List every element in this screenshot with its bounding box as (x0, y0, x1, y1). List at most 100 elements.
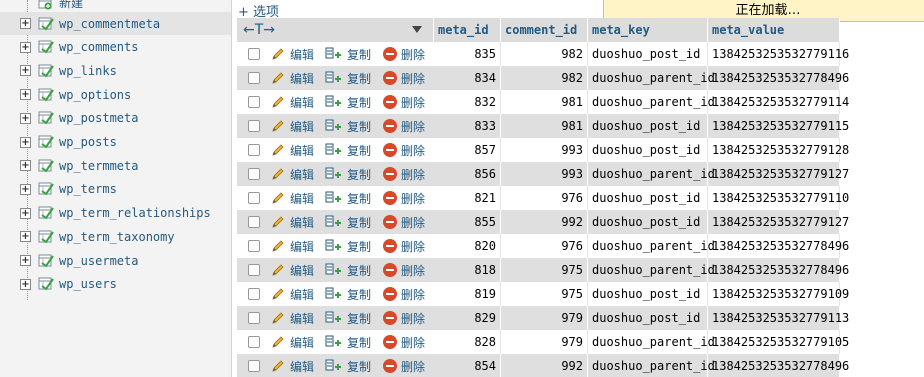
edit-button[interactable]: 编辑 (270, 234, 314, 258)
copy-button[interactable]: 复制 (325, 66, 371, 90)
expand-icon[interactable]: + (20, 207, 31, 219)
edit-button[interactable]: 编辑 (270, 42, 314, 66)
sidebar-table-item[interactable]: + wp_options (0, 83, 231, 106)
delete-label: 删除 (401, 359, 426, 374)
cell-meta-key: duoshuo_post_id (588, 306, 708, 330)
sidebar-table-item[interactable]: + wp_commentmeta (0, 12, 231, 35)
delete-button[interactable]: 删除 (383, 66, 425, 90)
table-name-label: wp_commentmeta (59, 16, 161, 31)
row-checkbox[interactable] (248, 360, 260, 372)
cell-meta-id: 835 (434, 42, 501, 66)
sidebar-table-item[interactable]: + wp_comments (0, 36, 231, 59)
edit-button[interactable]: 编辑 (270, 138, 314, 162)
copy-button[interactable]: 复制 (325, 330, 371, 354)
row-checkbox[interactable] (248, 192, 260, 204)
column-header-comment-id[interactable]: comment_id (501, 18, 588, 42)
sidebar-table-item[interactable]: + wp_termmeta (0, 154, 231, 177)
edit-button[interactable]: 编辑 (270, 114, 314, 138)
delete-icon (383, 71, 397, 85)
sidebar-table-item[interactable]: + wp_links (0, 59, 231, 82)
copy-button[interactable]: 复制 (325, 210, 371, 234)
sidebar-table-item[interactable]: + wp_posts (0, 131, 231, 154)
row-checkbox[interactable] (248, 72, 260, 84)
sidebar-table-item[interactable]: + wp_term_taxonomy (0, 225, 231, 248)
copy-button[interactable]: 复制 (325, 234, 371, 258)
edit-button[interactable]: 编辑 (270, 210, 314, 234)
copy-button[interactable]: 复制 (325, 90, 371, 114)
sidebar-table-item[interactable]: + wp_terms (0, 178, 231, 201)
delete-button[interactable]: 删除 (383, 42, 425, 66)
edit-button[interactable]: 编辑 (270, 162, 314, 186)
sidebar-table-item[interactable]: + wp_term_relationships (0, 202, 231, 225)
sidebar-table-item[interactable]: + wp_usermeta (0, 249, 231, 272)
cell-meta-id: 820 (434, 234, 501, 258)
sidebar-table-item[interactable]: + wp_users (0, 273, 231, 296)
copy-button[interactable]: 复制 (325, 282, 371, 306)
copy-icon (325, 95, 341, 107)
column-arrows-icon[interactable]: ←T→ (243, 18, 275, 42)
edit-button[interactable]: 编辑 (270, 282, 314, 306)
copy-button[interactable]: 复制 (325, 306, 371, 330)
sort-dropdown-icon[interactable] (412, 26, 422, 33)
row-checkbox[interactable] (248, 216, 260, 228)
expand-icon[interactable]: + (20, 89, 31, 101)
cell-comment-id: 982 (501, 66, 588, 90)
edit-button[interactable]: 编辑 (270, 354, 314, 377)
row-checkbox[interactable] (248, 288, 260, 300)
row-checkbox[interactable] (248, 120, 260, 132)
delete-button[interactable]: 删除 (383, 186, 425, 210)
sidebar-table-item[interactable]: + wp_postmeta (0, 107, 231, 130)
copy-button[interactable]: 复制 (325, 186, 371, 210)
copy-button[interactable]: 复制 (325, 114, 371, 138)
expand-icon[interactable]: + (20, 231, 31, 243)
edit-button[interactable]: 编辑 (270, 90, 314, 114)
expand-icon[interactable]: + (20, 65, 31, 77)
edit-button[interactable]: 编辑 (270, 330, 314, 354)
edit-button[interactable]: 编辑 (270, 306, 314, 330)
pencil-icon (272, 216, 284, 228)
delete-button[interactable]: 删除 (383, 354, 425, 377)
row-checkbox[interactable] (248, 144, 260, 156)
row-checkbox[interactable] (248, 240, 260, 252)
row-checkbox[interactable] (248, 264, 260, 276)
copy-button[interactable]: 复制 (325, 258, 371, 282)
edit-label: 编辑 (290, 215, 315, 230)
delete-button[interactable]: 删除 (383, 162, 425, 186)
row-checkbox[interactable] (248, 312, 260, 324)
row-checkbox[interactable] (248, 336, 260, 348)
row-checkbox[interactable] (248, 96, 260, 108)
expand-icon[interactable]: + (20, 112, 31, 124)
delete-button[interactable]: 删除 (383, 258, 425, 282)
edit-label: 编辑 (290, 143, 315, 158)
copy-label: 复制 (347, 119, 372, 134)
column-header-meta-key[interactable]: meta_key (588, 18, 708, 42)
edit-button[interactable]: 编辑 (270, 258, 314, 282)
column-header-meta-value[interactable]: meta_value (708, 18, 840, 42)
edit-button[interactable]: 编辑 (270, 66, 314, 90)
delete-button[interactable]: 删除 (383, 210, 425, 234)
expand-icon[interactable]: + (20, 278, 31, 290)
expand-icon[interactable]: + (20, 136, 31, 148)
delete-button[interactable]: 删除 (383, 138, 425, 162)
expand-icon[interactable]: + (20, 255, 31, 266)
copy-button[interactable]: 复制 (325, 138, 371, 162)
column-header-meta-id[interactable]: meta_id (434, 18, 501, 42)
copy-button[interactable]: 复制 (325, 42, 371, 66)
delete-button[interactable]: 删除 (383, 306, 425, 330)
delete-button[interactable]: 删除 (383, 234, 425, 258)
delete-button[interactable]: 删除 (383, 90, 425, 114)
expand-icon[interactable]: + (20, 41, 31, 53)
edit-button[interactable]: 编辑 (270, 186, 314, 210)
delete-button[interactable]: 删除 (383, 114, 425, 138)
copy-button[interactable]: 复制 (325, 354, 371, 377)
row-checkbox[interactable] (248, 168, 260, 180)
expand-icon[interactable]: + (20, 160, 31, 172)
table-row: 编辑 复制 删除 835 982 duoshuo_post_id 1384253253532… (237, 42, 849, 66)
expand-icon[interactable]: + (20, 183, 31, 195)
delete-button[interactable]: 删除 (383, 282, 425, 306)
expand-icon[interactable]: + (20, 18, 31, 29)
copy-button[interactable]: 复制 (325, 162, 371, 186)
delete-button[interactable]: 删除 (383, 330, 425, 354)
pencil-icon (272, 48, 284, 60)
row-checkbox[interactable] (248, 48, 260, 60)
